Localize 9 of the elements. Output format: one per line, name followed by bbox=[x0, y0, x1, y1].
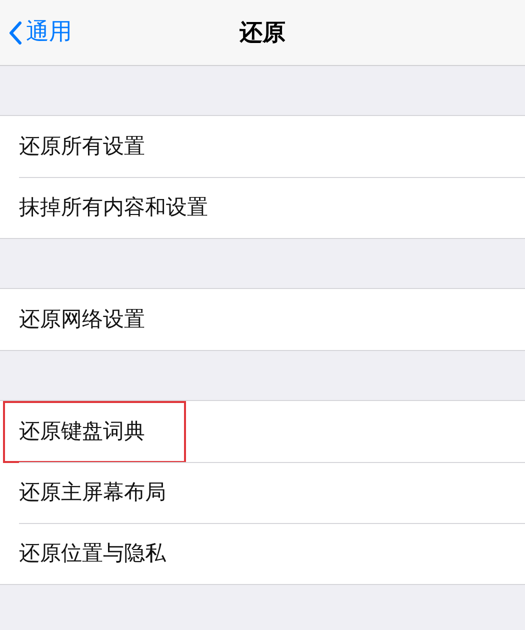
settings-item[interactable]: 还原主屏幕布局 bbox=[0, 476, 172, 510]
back-button[interactable]: 通用 bbox=[0, 0, 72, 66]
settings-item[interactable]: 还原位置与隐私 bbox=[0, 536, 172, 570]
settings-item[interactable]: 还原键盘词典 bbox=[0, 414, 151, 448]
settings-item[interactable]: 还原网络设置 bbox=[0, 302, 151, 336]
page-title: 还原 bbox=[240, 18, 286, 48]
settings-item[interactable]: 抹掉所有内容和设置 bbox=[0, 190, 214, 224]
settings-item[interactable]: 还原所有设置 bbox=[0, 130, 151, 164]
chevron-left-icon bbox=[8, 20, 22, 44]
